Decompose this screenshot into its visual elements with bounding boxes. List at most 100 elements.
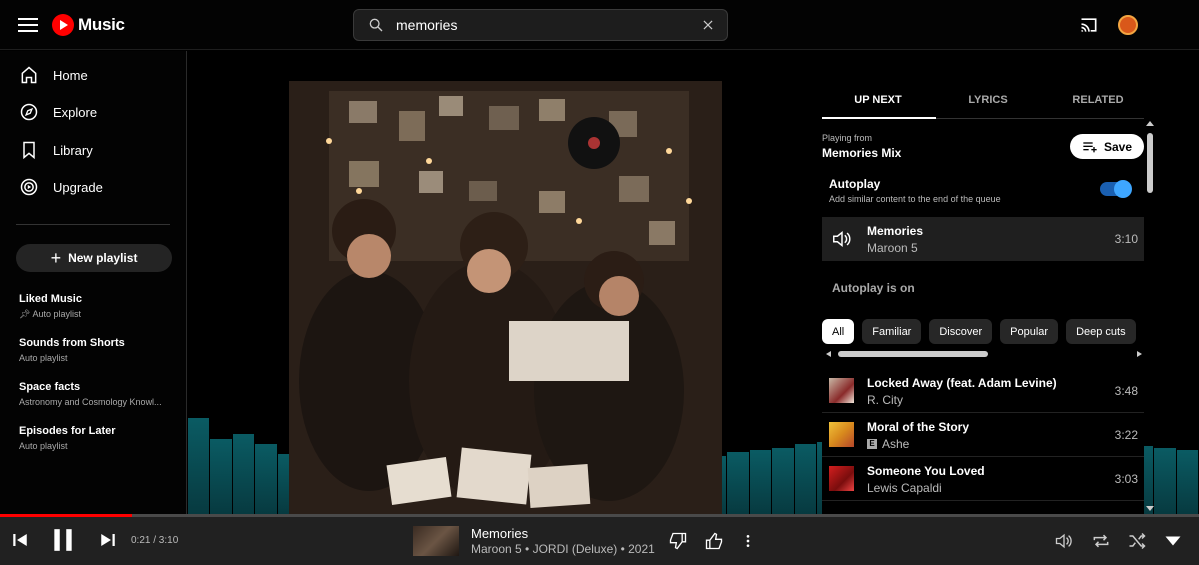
previous-icon[interactable] [11,531,29,549]
track-duration: 3:48 [1114,384,1138,398]
scroll-right-icon[interactable] [1137,351,1142,357]
home-icon [21,66,37,84]
album-art [289,81,722,514]
track-title: Memories [867,224,924,238]
save-label: Save [1103,139,1133,154]
playlist-subtitle: 📌︎ Auto playlist [19,309,173,320]
current-track-row[interactable]: Memories Maroon 5 3:10 [822,217,1144,261]
scroll-left-icon[interactable] [826,351,831,357]
shuffle-icon[interactable] [1127,531,1147,551]
track-artist: R. City [867,393,903,407]
visualizer-bar [1176,450,1199,514]
explore-icon [20,103,38,121]
more-options-icon[interactable] [740,532,756,550]
save-button[interactable]: Save [1070,134,1144,159]
youtube-music-logo[interactable]: Music [52,13,125,37]
playing-from-label: Playing from [822,133,873,143]
cast-icon[interactable] [1079,15,1099,35]
visualizer-bar [727,452,749,514]
playlist-item[interactable]: Episodes for Later Auto playlist [19,425,173,451]
sidebar-item-label: Explore [53,104,98,120]
scroll-down-icon[interactable] [1146,506,1154,511]
scrollbar-thumb[interactable] [838,351,988,357]
filter-chips: All Familiar Discover Popular Deep cuts [822,319,1144,344]
playlist-title: Episodes for Later [19,425,116,437]
top-bar: Music [0,0,1199,50]
active-tab-indicator [822,117,936,119]
now-playing-title[interactable]: Memories [471,526,528,541]
track-thumbnail [829,466,854,491]
autoplay-toggle[interactable] [1100,180,1132,198]
track-artist: Lewis Capaldi [867,481,942,495]
progress-fill [0,514,132,517]
now-playing-subtitle: Maroon 5 • JORDI (Deluxe) • 2021 [471,542,655,556]
playlist-item[interactable]: Liked Music 📌︎ Auto playlist [19,293,173,320]
new-playlist-label: New playlist [68,251,138,265]
sidebar-item-library[interactable]: Library [0,132,186,168]
track-artist: E Ashe [867,437,909,451]
mix-name: Memories Mix [822,146,902,160]
queue-item[interactable]: Moral of the Story E Ashe 3:22 [822,413,1144,457]
tab-related[interactable]: RELATED [1042,94,1154,106]
track-duration: 3:10 [1114,232,1138,246]
avatar[interactable] [1118,15,1138,35]
queue-item[interactable]: Locked Away (feat. Adam Levine) R. City … [822,369,1144,413]
pause-icon[interactable] [50,527,76,553]
new-playlist-button[interactable]: + New playlist [16,244,172,272]
scrollbar-thumb[interactable] [1147,133,1153,193]
tab-up-next[interactable]: UP NEXT [822,94,934,106]
chip-familiar[interactable]: Familiar [862,319,922,344]
track-artist-name: Lewis Capaldi [867,481,942,495]
now-playing-thumbnail[interactable] [413,526,459,556]
chip-all[interactable]: All [822,319,855,344]
playlist-title: Liked Music [19,293,82,305]
autoplay-on-label: Autoplay is on [832,281,915,295]
playlist-add-icon [1083,141,1097,152]
playlist-subtitle: Auto playlist [19,353,68,363]
sidebar-divider [16,224,170,225]
sidebar-item-upgrade[interactable]: Upgrade [0,169,186,205]
tab-lyrics[interactable]: LYRICS [932,94,1044,106]
queue-tabs: UP NEXT LYRICS RELATED [822,81,1144,119]
logo-text: Music [78,15,125,34]
sidebar-item-label: Library [53,142,93,158]
queue-scrollbar[interactable] [1146,121,1154,511]
playlist-title: Sounds from Shorts [19,337,125,349]
repeat-icon[interactable] [1091,531,1111,551]
chips-scrollbar[interactable] [826,351,1142,357]
pin-icon: 📌︎ [19,309,31,319]
menu-icon[interactable] [18,15,38,35]
search-box[interactable] [353,9,728,41]
sidebar: Home Explore Library Upgrade + New playl… [0,51,187,514]
sidebar-item-explore[interactable]: Explore [0,94,186,130]
track-thumbnail [829,422,854,447]
search-input[interactable] [396,17,686,33]
clear-icon[interactable] [701,18,715,32]
visualizer-bar [749,450,772,514]
player-bar: 0:21 / 3:10 Memories Maroon 5 • JORDI (D… [0,514,1199,565]
queue-item[interactable]: Someone You Loved Lewis Capaldi 3:03 [822,457,1144,501]
expand-icon[interactable] [1164,535,1182,547]
chip-deep-cuts[interactable]: Deep cuts [1066,319,1136,344]
thumbs-up-icon[interactable] [704,531,724,551]
track-title: Someone You Loved [867,464,985,478]
next-icon[interactable] [99,531,117,549]
visualizer-bar [210,439,232,514]
track-artist: Maroon 5 [867,241,918,255]
playlist-subtitle-text: Auto playlist [32,309,81,319]
visualizer-bar [255,444,277,514]
autoplay-description: Add similar content to the end of the qu… [829,194,1001,204]
library-icon [23,141,35,160]
volume-icon[interactable] [1054,531,1074,551]
visualizer-bar [232,434,255,514]
playlist-item[interactable]: Space facts Astronomy and Cosmology Know… [19,381,173,407]
thumbs-down-icon[interactable] [668,531,688,551]
scroll-up-icon[interactable] [1146,121,1154,126]
playlist-item[interactable]: Sounds from Shorts Auto playlist [19,337,173,363]
chip-discover[interactable]: Discover [929,319,993,344]
search-icon[interactable] [368,17,384,33]
progress-bar[interactable] [0,514,1199,517]
sidebar-item-label: Upgrade [53,179,103,195]
sidebar-item-home[interactable]: Home [0,57,186,93]
chip-popular[interactable]: Popular [1000,319,1059,344]
